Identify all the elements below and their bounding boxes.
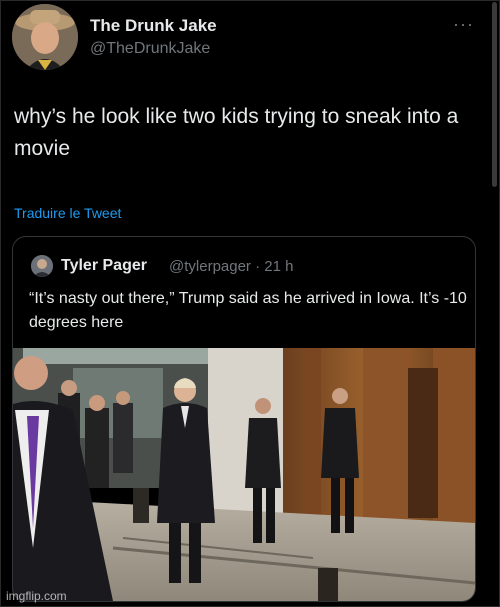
- more-icon[interactable]: ···: [453, 14, 474, 35]
- scrollbar[interactable]: [492, 2, 497, 187]
- quoted-tweet[interactable]: Tyler Pager @tylerpager · 21 h “It’s nas…: [12, 236, 476, 602]
- photo-image: [13, 348, 475, 601]
- quoted-handle-time: @tylerpager · 21 h: [169, 258, 294, 275]
- tweet-photo[interactable]: [13, 348, 475, 601]
- tweet-text: why’s he look like two kids trying to sn…: [14, 105, 459, 160]
- quoted-avatar-image: [31, 255, 53, 277]
- quoted-tweet-text: “It’s nasty out there,” Trump said as he…: [29, 290, 467, 331]
- user-handle[interactable]: @TheDrunkJake: [90, 40, 210, 58]
- quoted-avatar: [31, 255, 53, 277]
- quoted-display-name[interactable]: Tyler Pager: [61, 257, 147, 275]
- avatar-image: [12, 4, 78, 70]
- watermark: imgflip.com: [6, 589, 67, 603]
- display-name[interactable]: The Drunk Jake: [90, 16, 217, 36]
- translate-link[interactable]: Traduire le Tweet: [14, 205, 121, 221]
- avatar[interactable]: [12, 4, 78, 70]
